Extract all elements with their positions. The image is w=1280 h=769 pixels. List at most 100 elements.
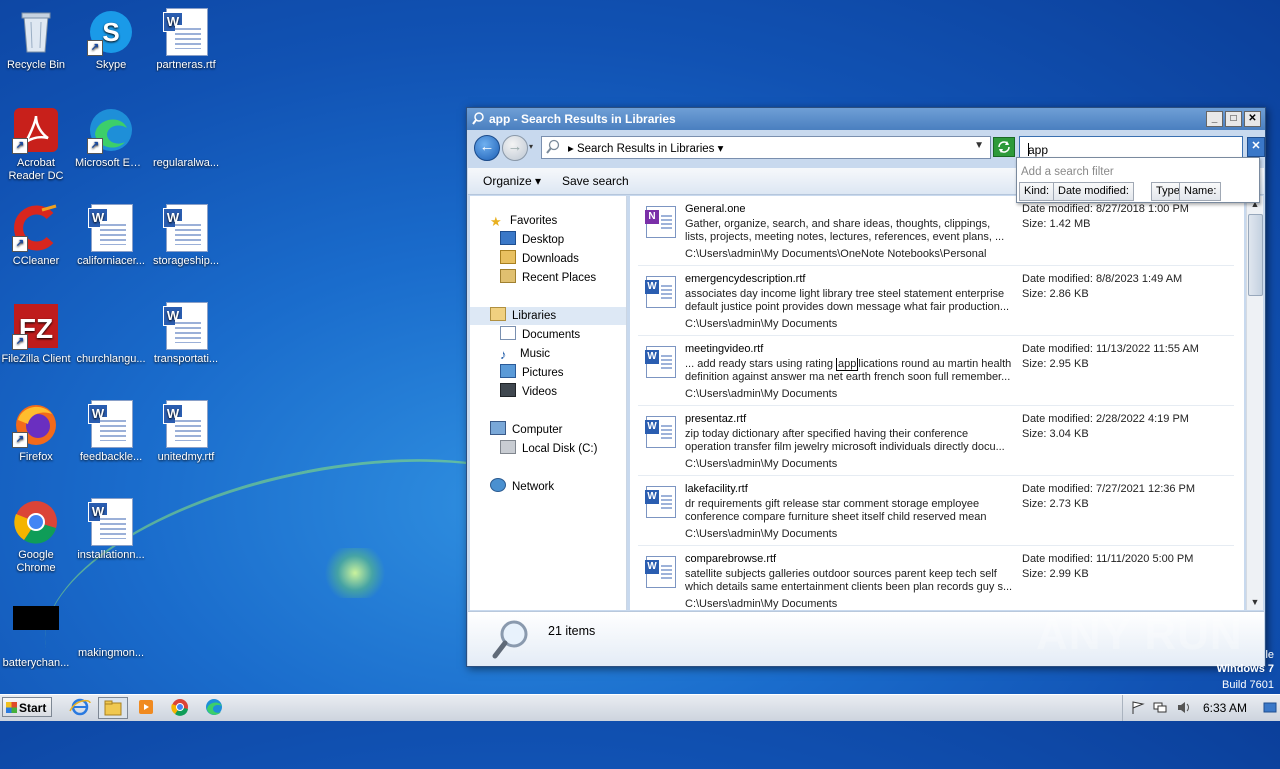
videos-icon (500, 383, 516, 397)
desktop-icon-regularalwa[interactable]: regularalwa... (148, 106, 224, 170)
taskbar-internet-explorer[interactable] (66, 697, 94, 717)
filezilla-icon: FZ ↗ (12, 302, 60, 350)
search-folder-icon (472, 112, 484, 125)
skype-icon: S ↗ (87, 8, 135, 56)
taskbar-media-player[interactable] (132, 697, 160, 717)
nav-music[interactable]: ♪ Music (500, 345, 550, 363)
downloads-icon (500, 250, 516, 264)
clear-search-button[interactable]: ✕ (1247, 137, 1265, 157)
desktop-icon-batterychan[interactable]: batterychan... (0, 596, 74, 670)
word-doc-icon: W (87, 498, 135, 546)
search-input[interactable]: app (1019, 136, 1243, 158)
vertical-scrollbar[interactable]: ▲ ▼ (1246, 196, 1263, 610)
blank-file-icon (162, 106, 210, 154)
word-doc-icon: W (162, 302, 210, 350)
nav-documents[interactable]: Documents (500, 326, 580, 344)
recycle-bin-icon (12, 8, 60, 56)
desktop-icon-californiacer[interactable]: W californiacer... (73, 204, 149, 268)
result-snippet: associates day income light library tree… (685, 288, 1010, 313)
minimize-button[interactable]: _ (1206, 111, 1223, 127)
result-snippet: dr requirements gift release star commen… (685, 498, 987, 523)
filter-date-modified-button[interactable]: Date modified: (1053, 182, 1134, 201)
word-doc-icon: W (645, 346, 676, 378)
volume-icon[interactable] (1177, 701, 1191, 714)
address-field[interactable]: ▸ Search Results in Libraries ▾ ▼ (541, 136, 991, 159)
desktop-icon-feedbackle[interactable]: W feedbackle... (73, 400, 149, 464)
organize-button[interactable]: Organize ▾ (483, 174, 541, 188)
edge-icon: ↗ (87, 106, 135, 154)
taskbar-explorer[interactable] (98, 697, 128, 719)
back-button[interactable]: ← (474, 135, 500, 161)
result-item[interactable]: W lakefacility.rtf dr requirements gift … (630, 476, 1234, 546)
nav-network[interactable]: Network (490, 478, 554, 496)
desktop-icon-installationn[interactable]: W installationn... (73, 498, 149, 562)
result-item[interactable]: N General.one Gather, organize, search, … (630, 196, 1234, 266)
nav-desktop[interactable]: Desktop (500, 231, 564, 249)
shortcut-arrow-icon: ↗ (12, 236, 28, 252)
desktop-icon-filezilla[interactable]: FZ ↗ FileZilla Client (0, 302, 74, 366)
nav-computer[interactable]: Computer (490, 421, 563, 439)
explorer-window: app - Search Results in Libraries _ □ ✕ … (466, 107, 1266, 667)
result-item[interactable]: W comparebrowse.rtf satellite subjects g… (630, 546, 1234, 610)
anyrun-watermark: ANY RUN (1036, 610, 1243, 659)
nav-local-disk[interactable]: Local Disk (C:) (500, 440, 597, 458)
acrobat-icon: ↗ (12, 106, 60, 154)
network-tray-icon[interactable] (1153, 701, 1167, 714)
taskbar-edge[interactable] (200, 697, 228, 717)
forward-button[interactable]: → (502, 135, 528, 161)
desktop-icon-firefox[interactable]: ↗ Firefox (0, 400, 74, 464)
nav-downloads[interactable]: Downloads (500, 250, 579, 268)
search-filter-hint: Add a search filter (1021, 166, 1114, 178)
search-term-highlight: app (836, 358, 859, 371)
desktop-icon-acrobat[interactable]: ↗ Acrobat Reader DC (0, 106, 74, 183)
desktop-icon-transportati[interactable]: W transportati... (148, 302, 224, 366)
show-desktop-icon[interactable] (1263, 701, 1277, 714)
shortcut-arrow-icon: ↗ (87, 40, 103, 56)
nav-libraries[interactable]: Libraries (470, 307, 626, 325)
desktop-icon-edge[interactable]: ↗ Microsoft Edge (73, 106, 149, 170)
nav-favorites[interactable]: ★ Favorites (490, 212, 557, 230)
desktop-icon-chrome[interactable]: Google Chrome (0, 498, 74, 575)
navigation-pane: ★ Favorites Desktop Downloads Recent Plac… (470, 196, 627, 610)
close-button[interactable]: ✕ (1244, 111, 1261, 127)
desktop-icon-recycle-bin[interactable]: Recycle Bin (0, 8, 74, 72)
refresh-button[interactable] (993, 137, 1015, 157)
taskbar: Start 6:33 AM (0, 694, 1280, 721)
address-dropdown-icon[interactable]: ▼ (974, 140, 984, 151)
desktop-icon-storageship[interactable]: W storageship... (148, 204, 224, 268)
search-filter-popup: Add a search filter Kind: Date modified:… (1016, 157, 1260, 203)
filter-kind-button[interactable]: Kind: (1019, 182, 1055, 201)
result-item[interactable]: W meetingvideo.rtf ... add ready stars u… (630, 336, 1234, 406)
action-center-flag-icon[interactable] (1131, 701, 1145, 714)
result-item[interactable]: W emergencydescription.rtf associates da… (630, 266, 1234, 336)
nav-recent-places[interactable]: Recent Places (500, 269, 596, 287)
clock[interactable]: 6:33 AM (1203, 701, 1247, 715)
chrome-icon (12, 498, 60, 546)
save-search-button[interactable]: Save search (562, 174, 629, 188)
result-item[interactable]: W presentaz.rtf zip today dictionary aft… (630, 406, 1234, 476)
taskbar-chrome[interactable] (166, 697, 194, 717)
filter-name-button[interactable]: Name: (1179, 182, 1222, 201)
scroll-down-button[interactable]: ▼ (1249, 595, 1261, 609)
nav-pictures[interactable]: Pictures (500, 364, 564, 382)
desktop-icon-skype[interactable]: S ↗ Skype (73, 8, 149, 72)
nav-videos[interactable]: Videos (500, 383, 557, 401)
os-edition-fragment: le (1265, 649, 1274, 661)
breadcrumb[interactable]: ▸ Search Results in Libraries ▾ (568, 141, 723, 155)
window-title: app - Search Results in Libraries (489, 112, 676, 126)
maximize-button[interactable]: □ (1225, 111, 1242, 127)
scroll-thumb[interactable] (1248, 214, 1263, 296)
desktop-icon-unitedmy[interactable]: W unitedmy.rtf (148, 400, 224, 464)
word-doc-icon: W (645, 276, 676, 308)
desktop-icon-partneras[interactable]: W partneras.rtf (148, 8, 224, 72)
network-icon (490, 478, 506, 492)
os-name: Windows 7 (1216, 663, 1274, 675)
desktop-icon (500, 231, 516, 245)
desktop-icon-ccleaner[interactable]: ↗ CCleaner (0, 204, 74, 268)
start-button[interactable]: Start (2, 697, 52, 717)
desktop-icon-makingmon[interactable]: makingmon... (73, 596, 149, 660)
history-dropdown-icon[interactable]: ▾ (529, 142, 533, 151)
desktop-icon-churchlangu[interactable]: churchlangu... (73, 302, 149, 366)
title-bar[interactable]: app - Search Results in Libraries _ □ ✕ (467, 108, 1265, 130)
shortcut-arrow-icon: ↗ (12, 432, 28, 448)
